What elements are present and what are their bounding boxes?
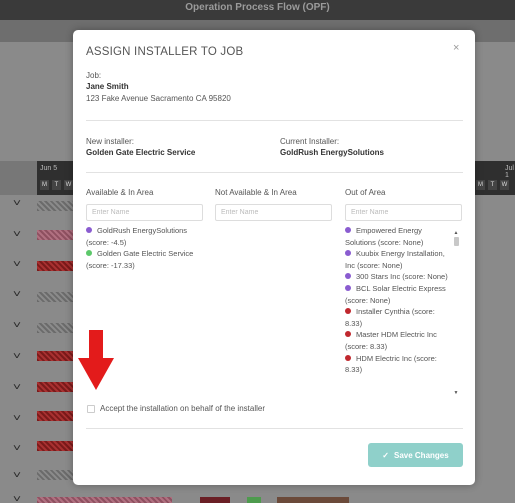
available-search-input[interactable]: [86, 204, 203, 221]
not-available-search-input[interactable]: [215, 204, 332, 221]
modal-title: ASSIGN INSTALLER TO JOB: [86, 46, 244, 58]
calendar-day: M: [40, 180, 49, 190]
status-dot-icon: [345, 250, 351, 257]
schedule-bar: [200, 497, 230, 503]
schedule-bar: [277, 497, 349, 503]
installer-option[interactable]: Golden Gate Electric Service (score: -17…: [86, 248, 206, 271]
installer-option[interactable]: Installer Cynthia (score: 8.33): [345, 306, 453, 329]
scroll-up-arrow-icon[interactable]: ▲: [453, 230, 459, 236]
row-expand-chevron-icon[interactable]: ˅: [13, 382, 21, 393]
calendar-day: W: [64, 180, 73, 190]
calendar-month-left: Jun 5: [40, 165, 58, 172]
installer-option[interactable]: GoldRush EnergySolutions (score: -4.5): [86, 225, 206, 248]
out-of-area-heading: Out of Area: [345, 188, 386, 197]
row-expand-chevron-icon[interactable]: ˅: [13, 259, 21, 270]
calendar-days-right: M T W: [476, 180, 509, 190]
status-dot-icon: [86, 227, 92, 233]
installer-option[interactable]: Master HDM Electric Inc (score: 8.33): [345, 329, 453, 352]
schedule-bar: [37, 382, 75, 392]
status-dot-icon: [86, 250, 92, 257]
installer-option[interactable]: HDM Electric Inc (score: 8.33): [345, 353, 453, 376]
row-expand-chevron-icon[interactable]: ˅: [13, 229, 21, 240]
calendar-day: W: [500, 180, 509, 190]
available-installer-list: GoldRush EnergySolutions (score: -4.5) G…: [86, 225, 206, 271]
calendar-days-left: M T W: [40, 180, 73, 190]
out-of-area-search-input[interactable]: [345, 204, 462, 221]
installer-option-label: BCL Solar Electric Express (score: None): [345, 283, 446, 305]
assign-installer-modal: ASSIGN INSTALLER TO JOB × Job: Jane Smit…: [73, 30, 475, 485]
schedule-bar: [37, 441, 75, 451]
job-customer-name: Jane Smith: [86, 82, 129, 91]
new-installer-value: Golden Gate Electric Service: [86, 148, 196, 157]
status-dot-icon: [345, 331, 351, 338]
schedule-bar: [37, 470, 75, 480]
divider: [86, 120, 463, 121]
installer-option[interactable]: BCL Solar Electric Express (score: None): [345, 283, 453, 306]
save-changes-label: Save Changes: [394, 450, 449, 460]
row-expand-chevron-icon[interactable]: ˅: [13, 351, 21, 362]
schedule-bar: [37, 323, 75, 333]
installer-option[interactable]: Empowered Energy Solutions (score: None): [345, 225, 453, 248]
calendar-day: T: [52, 180, 61, 190]
row-expand-chevron-icon[interactable]: ˅: [13, 443, 21, 454]
schedule-bar: [37, 292, 75, 302]
calendar-day: T: [488, 180, 497, 190]
app-title: Operation Process Flow (OPF): [185, 2, 330, 13]
calendar-month-right: Jul 1: [505, 165, 514, 179]
new-installer-label: New installer:: [86, 137, 135, 146]
job-label: Job:: [86, 71, 102, 80]
divider: [86, 172, 463, 173]
status-dot-icon: [345, 284, 351, 291]
accept-on-behalf-checkbox[interactable]: [87, 405, 95, 413]
accept-on-behalf-label: Accept the installation on behalf of the…: [100, 404, 265, 413]
installer-option[interactable]: 300 Stars Inc (score: None): [345, 271, 453, 283]
status-dot-icon: [345, 227, 351, 233]
row-expand-chevron-icon[interactable]: ˅: [13, 494, 21, 503]
schedule-bar: [37, 351, 75, 361]
available-in-area-heading: Available & In Area: [86, 188, 154, 197]
schedule-bar: [37, 201, 75, 211]
row-expand-chevron-icon[interactable]: ˅: [13, 470, 21, 481]
installer-option[interactable]: Kuubix Energy Installation, Inc (score: …: [345, 248, 453, 271]
installer-option-label: GoldRush EnergySolutions (score: -4.5): [86, 226, 188, 247]
scroll-down-arrow-icon[interactable]: ▼: [453, 390, 459, 396]
row-expand-chevron-icon[interactable]: ˅: [13, 413, 21, 424]
schedule-bar: [37, 261, 75, 271]
job-address: 123 Fake Avenue Sacramento CA 95820: [86, 94, 231, 103]
schedule-bar: [247, 497, 261, 503]
out-of-area-installer-list: Empowered Energy Solutions (score: None)…: [345, 225, 453, 376]
installer-option-label: Kuubix Energy Installation, Inc (score: …: [345, 249, 445, 270]
schedule-bar: [37, 411, 75, 421]
row-expand-chevron-icon[interactable]: ˅: [13, 198, 21, 209]
status-dot-icon: [345, 354, 351, 361]
installer-option-label: Golden Gate Electric Service (score: -17…: [86, 249, 194, 270]
out-of-area-scrollbar[interactable]: ▲ ▼: [453, 230, 459, 398]
status-dot-icon: [345, 308, 351, 315]
installer-option-label: HDM Electric Inc (score: 8.33): [345, 353, 437, 375]
installer-option-label: Empowered Energy Solutions (score: None): [345, 226, 424, 247]
check-icon: ✓: [382, 450, 389, 460]
annotation-arrow-shaft: [89, 330, 103, 360]
row-expand-chevron-icon[interactable]: ˅: [13, 289, 21, 300]
status-dot-icon: [345, 273, 351, 280]
installer-option-label: Master HDM Electric Inc (score: 8.33): [345, 330, 437, 351]
installer-option-label: 300 Stars Inc (score: None): [356, 272, 448, 282]
schedule-bar: [37, 230, 75, 240]
installer-option-label: Installer Cynthia (score: 8.33): [345, 307, 435, 328]
divider: [86, 428, 463, 429]
close-icon[interactable]: ×: [453, 42, 459, 54]
save-changes-button[interactable]: ✓ Save Changes: [368, 443, 463, 467]
calendar-corner: [0, 161, 37, 195]
row-expand-chevron-icon[interactable]: ˅: [13, 320, 21, 331]
current-installer-value: GoldRush EnergySolutions: [280, 148, 385, 157]
annotation-arrow-down-icon: [78, 358, 114, 390]
not-available-in-area-heading: Not Available & In Area: [215, 188, 297, 197]
schedule-bar: [37, 497, 172, 503]
calendar-day: M: [476, 180, 485, 190]
scrollbar-thumb[interactable]: [454, 237, 459, 246]
current-installer-label: Current Installer:: [280, 137, 340, 146]
